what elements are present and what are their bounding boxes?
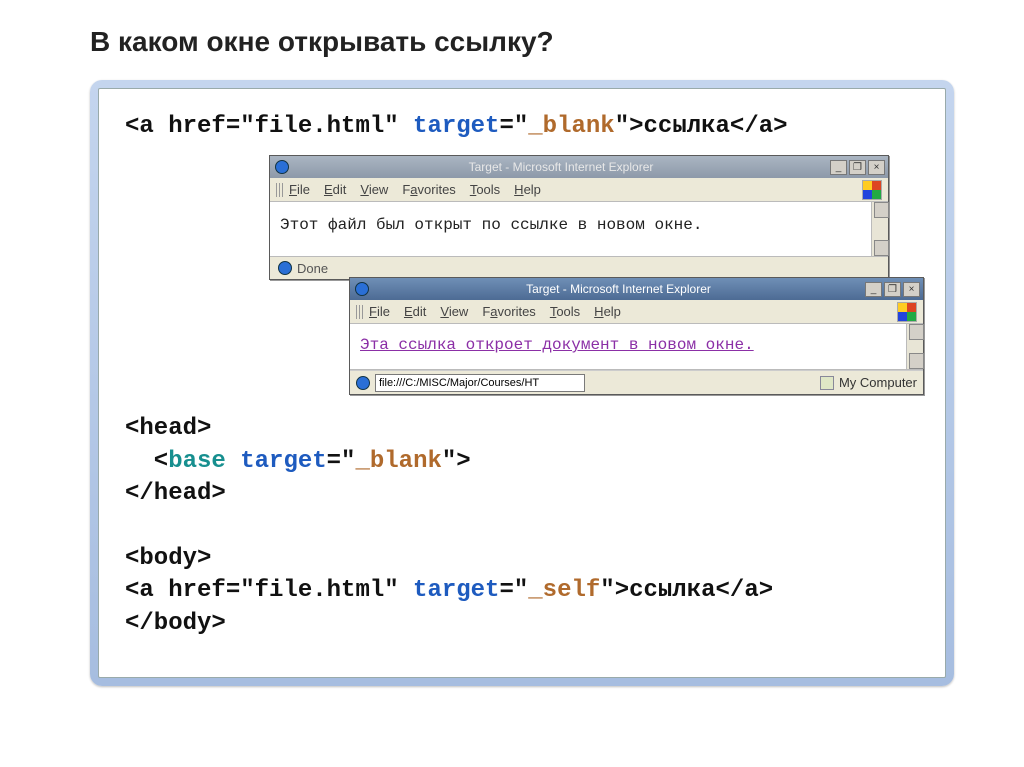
address-bar-row: My Computer	[350, 370, 923, 394]
code-text: <body>	[125, 545, 211, 572]
menu-view[interactable]: View	[440, 304, 468, 319]
menu-favorites[interactable]: Favorites	[402, 182, 455, 197]
window-titlebar[interactable]: Target - Microsoft Internet Explorer _ ❐…	[350, 278, 923, 300]
code-text: ">ссылка</a>	[615, 113, 788, 140]
menubar: File Edit View Favorites Tools Help	[270, 178, 888, 202]
computer-icon	[820, 376, 834, 390]
attr-target: target	[413, 113, 499, 140]
code-text: ="	[499, 577, 528, 604]
window-title: Target - Microsoft Internet Explorer	[374, 282, 863, 296]
browser-window-1: Target - Microsoft Internet Explorer _ ❐…	[269, 155, 889, 280]
attr-target: target	[413, 577, 499, 604]
restore-button[interactable]: ❐	[884, 282, 901, 297]
menu-help[interactable]: Help	[594, 304, 621, 319]
vertical-scrollbar[interactable]	[906, 324, 923, 369]
code-text: </body>	[125, 610, 226, 637]
content-panel: <a href="file.html" target="_blank">ссыл…	[98, 88, 946, 678]
status-text: Done	[297, 261, 328, 276]
browser-viewport: Эта ссылка откроет документ в новом окне…	[350, 324, 923, 370]
window-titlebar[interactable]: Target - Microsoft Internet Explorer _ ❐…	[270, 156, 888, 178]
code-text: <a href="file.html"	[125, 577, 413, 604]
menu-file[interactable]: File	[369, 304, 390, 319]
restore-button[interactable]: ❐	[849, 160, 866, 175]
address-input[interactable]	[375, 374, 585, 392]
menu-favorites[interactable]: Favorites	[482, 304, 535, 319]
browser-viewport: Этот файл был открыт по ссылке в новом о…	[270, 202, 888, 257]
code-text: ="	[327, 448, 356, 475]
windows-logo-icon	[897, 302, 917, 322]
browser-window-2: Target - Microsoft Internet Explorer _ ❐…	[349, 277, 924, 395]
menu-tools[interactable]: Tools	[550, 304, 580, 319]
menu-tools[interactable]: Tools	[470, 182, 500, 197]
code-text: <head>	[125, 415, 211, 442]
code-sample-2: <head> <base target="_blank"> </head> <b…	[125, 413, 919, 640]
menu-edit[interactable]: Edit	[404, 304, 426, 319]
rounded-frame: <a href="file.html" target="_blank">ссыл…	[90, 80, 954, 686]
ie-icon	[355, 282, 369, 296]
val-blank: _blank	[528, 113, 614, 140]
vertical-scrollbar[interactable]	[871, 202, 888, 256]
tag-base: base	[168, 448, 226, 475]
attr-target: target	[240, 448, 326, 475]
menu-help[interactable]: Help	[514, 182, 541, 197]
code-text	[226, 448, 240, 475]
menubar: File Edit View Favorites Tools Help	[350, 300, 923, 324]
ie-icon	[356, 376, 370, 390]
window-title: Target - Microsoft Internet Explorer	[294, 160, 828, 174]
close-button[interactable]: ×	[868, 160, 885, 175]
windows-logo-icon	[862, 180, 882, 200]
zone-label: My Computer	[839, 375, 917, 390]
status-bar: Done	[270, 257, 888, 279]
toolbar-grip-icon	[276, 183, 283, 197]
code-text: <a href="file.html"	[125, 113, 413, 140]
code-text: ="	[499, 113, 528, 140]
code-sample-1: <a href="file.html" target="_blank">ссыл…	[125, 111, 919, 143]
ie-icon	[275, 160, 289, 174]
code-text: ">ссылка</a>	[600, 577, 773, 604]
menu-edit[interactable]: Edit	[324, 182, 346, 197]
code-text: ">	[442, 448, 471, 475]
menu-view[interactable]: View	[360, 182, 388, 197]
val-self: _self	[528, 577, 600, 604]
toolbar-grip-icon	[356, 305, 363, 319]
menu-file[interactable]: File	[289, 182, 310, 197]
page-link[interactable]: Эта ссылка откроет документ в новом окне…	[360, 336, 754, 354]
page-text: Этот файл был открыт по ссылке в новом о…	[280, 216, 702, 234]
code-text: </head>	[125, 480, 226, 507]
minimize-button[interactable]: _	[865, 282, 882, 297]
slide-title: В каком окне открывать ссылку?	[90, 26, 954, 58]
val-blank: _blank	[355, 448, 441, 475]
ie-icon	[278, 261, 292, 275]
close-button[interactable]: ×	[903, 282, 920, 297]
code-text: <	[125, 448, 168, 475]
minimize-button[interactable]: _	[830, 160, 847, 175]
